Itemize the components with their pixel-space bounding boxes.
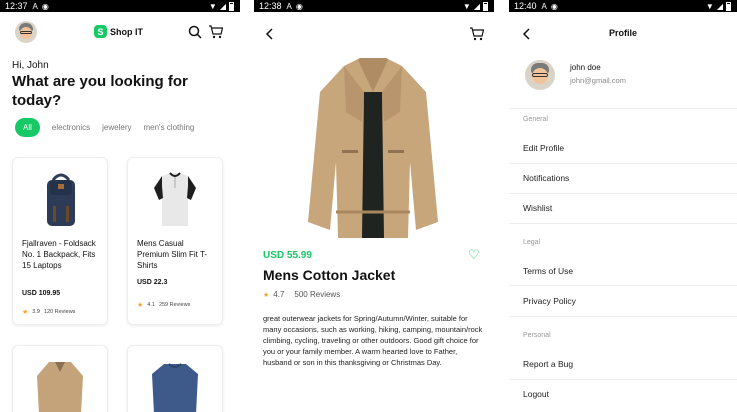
star-icon: ★	[137, 302, 144, 309]
rating-value: 3.9	[32, 309, 40, 315]
category-chip-mens-clothing[interactable]: men's clothing	[143, 123, 194, 132]
product-description: great outerwear jackets for Spring/Autum…	[263, 314, 483, 367]
home-screen: 12:37 A ◉ ▼ ◢ S Shop IT Hi, John What ar…	[0, 0, 240, 412]
product-rating: ★ 3.9 120 Reviews	[22, 308, 75, 316]
wifi-icon: ▼	[705, 1, 714, 11]
menu-item-notifications[interactable]: Notifications	[523, 173, 569, 183]
avatar	[525, 60, 555, 90]
logo-mark-icon: S	[94, 25, 107, 38]
signal-icon: ◢	[716, 1, 723, 11]
home-header: S Shop IT	[0, 20, 240, 44]
divider	[509, 193, 737, 194]
product-title: Mens Cotton Jacket	[263, 267, 396, 283]
avatar[interactable]	[15, 21, 37, 43]
section-label-personal: Personal	[523, 332, 551, 339]
page-headline: What are you looking for today?	[12, 73, 188, 109]
product-rating: ★ 4.1 259 Reviews	[137, 301, 190, 309]
sync-icon: ◉	[550, 1, 558, 11]
product-price: USD 22.3	[137, 279, 168, 286]
product-card[interactable]: Fjallraven - Foldsack No. 1 Backpack, Fi…	[12, 157, 108, 325]
divider	[509, 285, 737, 286]
category-chip-all[interactable]: All	[15, 118, 40, 137]
status-time: 12:40	[514, 1, 537, 11]
menu-item-edit-profile[interactable]: Edit Profile	[523, 143, 564, 153]
category-chip-jewelery[interactable]: jewelery	[102, 123, 131, 132]
jacket-image	[37, 362, 83, 412]
battery-icon	[483, 1, 488, 11]
divider	[509, 108, 737, 109]
signal-icon: ◢	[473, 1, 480, 11]
status-bar: 12:38 A ◉ ▼ ◢	[254, 0, 494, 12]
menu-item-privacy[interactable]: Privacy Policy	[523, 296, 576, 306]
rating-value: 4.7	[273, 290, 285, 299]
cart-icon[interactable]	[207, 24, 223, 40]
back-arrow-icon[interactable]	[262, 26, 278, 42]
product-detail-screen: 12:38 A ◉ ▼ ◢ USD 55.99 ♡ Mens Cotton Ja…	[254, 0, 494, 412]
product-card[interactable]: Mens Casual Premium Slim Fit T-Shirts US…	[127, 157, 223, 325]
divider	[509, 163, 737, 164]
menu-item-report-bug[interactable]: Report a Bug	[523, 359, 573, 369]
status-time: 12:38	[259, 1, 282, 11]
review-count: 120 Reviews	[43, 309, 76, 315]
sweater-image	[152, 363, 198, 412]
greeting-text: Hi, John	[12, 60, 49, 71]
heart-icon[interactable]: ♡	[468, 247, 480, 263]
category-chip-electronics[interactable]: electronics	[52, 123, 90, 132]
product-title: Fjallraven - Foldsack No. 1 Backpack, Fi…	[22, 239, 96, 270]
menu-item-wishlist[interactable]: Wishlist	[523, 203, 552, 213]
cart-icon[interactable]	[468, 26, 484, 42]
wifi-icon: ▼	[462, 1, 471, 11]
review-count: 500 Reviews	[294, 290, 341, 299]
divider	[509, 379, 737, 380]
review-count: 259 Reviews	[158, 302, 191, 308]
tshirt-image	[154, 172, 196, 226]
logo-text: Shop IT	[110, 26, 143, 37]
category-chips: All electronics jewelery men's clothing	[15, 118, 194, 137]
battery-icon	[229, 1, 234, 11]
wifi-icon: ▼	[208, 1, 217, 11]
product-card[interactable]	[127, 345, 223, 412]
status-bar: 12:40 A ◉ ▼ ◢	[509, 0, 737, 12]
notification-icon: A	[286, 1, 292, 11]
star-icon: ★	[22, 309, 29, 316]
profile-screen: 12:40 A ◉ ▼ ◢ Profile john doe john@gmai…	[509, 0, 737, 412]
product-title: Mens Casual Premium Slim Fit T-Shirts	[137, 239, 208, 270]
search-icon[interactable]	[187, 24, 203, 40]
menu-item-logout[interactable]: Logout	[523, 389, 549, 399]
signal-icon: ◢	[219, 1, 226, 11]
product-price: USD 109.95	[22, 290, 61, 297]
rating-value: 4.1	[147, 302, 155, 308]
profile-name: john doe	[570, 63, 601, 72]
app-logo: S Shop IT	[94, 25, 143, 38]
divider	[509, 223, 737, 224]
profile-email: john@gmail.com	[570, 76, 626, 85]
product-rating: ★ 4.7 500 Reviews	[263, 290, 340, 299]
backpack-image	[47, 173, 75, 226]
star-icon: ★	[263, 291, 270, 299]
status-bar: 12:37 A ◉ ▼ ◢	[0, 0, 240, 12]
menu-item-terms[interactable]: Terms of Use	[523, 266, 573, 276]
page-title: Profile	[608, 28, 637, 38]
notification-icon: A	[32, 1, 38, 11]
section-label-legal: Legal	[523, 239, 541, 246]
notification-icon: A	[541, 1, 547, 11]
sync-icon: ◉	[295, 1, 303, 11]
divider	[509, 316, 737, 317]
product-price: USD 55.99	[263, 250, 312, 261]
product-card[interactable]	[12, 345, 108, 412]
status-time: 12:37	[5, 1, 28, 11]
section-label-general: General	[523, 116, 548, 123]
product-image	[308, 58, 438, 238]
battery-icon	[726, 1, 731, 11]
sync-icon: ◉	[41, 1, 49, 11]
